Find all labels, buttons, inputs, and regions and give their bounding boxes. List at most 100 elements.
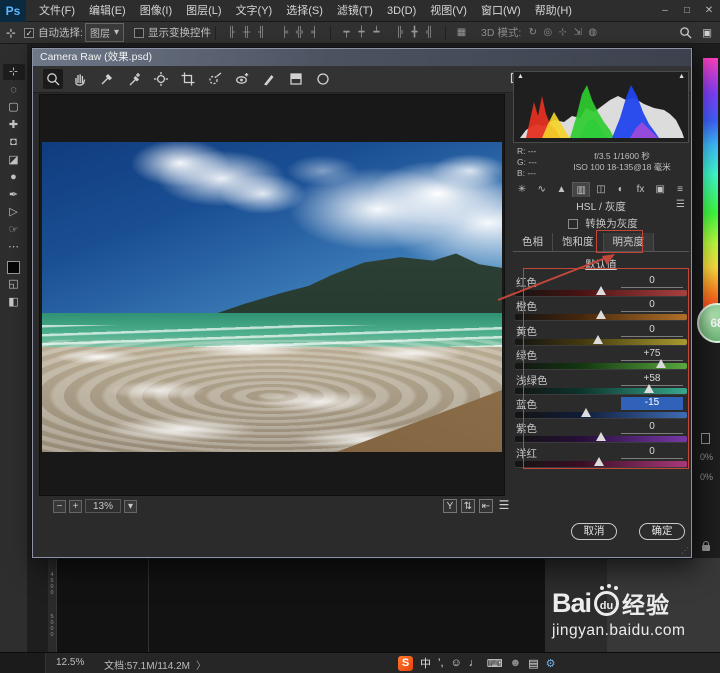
slider-blue-value[interactable]: -15	[621, 396, 683, 410]
tone-curve-tab-icon[interactable]: ∿	[533, 182, 551, 197]
tab-luminance[interactable]: 明亮度	[603, 233, 654, 251]
menu-file[interactable]: 文件(F)	[32, 0, 82, 22]
tab-saturation[interactable]: 饱和度	[553, 233, 604, 251]
slider-green-value[interactable]: +75	[621, 348, 683, 362]
punctuation-icon[interactable]: ’,	[438, 657, 444, 669]
menu-filter[interactable]: 滤镜(T)	[330, 0, 380, 22]
emoji-icon[interactable]: ☺	[451, 657, 462, 669]
tool-more[interactable]: ⋯	[3, 239, 25, 255]
auto-select-dropdown[interactable]: 图层 ▾	[84, 23, 125, 42]
zoom-level-value[interactable]: 13%	[85, 499, 121, 513]
menu-select[interactable]: 选择(S)	[279, 0, 330, 22]
document-zoom-value[interactable]: 12.5%	[56, 657, 84, 668]
red-eye-tool-icon[interactable]	[232, 69, 252, 89]
foreground-color-swatch[interactable]	[7, 261, 20, 274]
zoom-level-dropdown[interactable]: ▾	[124, 499, 137, 513]
tool-pen[interactable]: ✒	[3, 187, 25, 203]
adjustment-brush-tool-icon[interactable]	[259, 69, 279, 89]
slider-orange-track[interactable]	[515, 310, 687, 321]
skin-icon[interactable]: ▤	[528, 657, 538, 670]
menu-3d[interactable]: 3D(D)	[380, 0, 423, 22]
slider-red-track[interactable]	[515, 286, 687, 296]
menu-layer[interactable]: 图层(L)	[179, 0, 228, 22]
slider-aqua-thumb[interactable]	[644, 383, 655, 393]
spot-removal-tool-icon[interactable]	[205, 69, 225, 89]
hsl-grayscale-tab-icon[interactable]: ▥	[572, 182, 591, 197]
menu-edit[interactable]: 编辑(E)	[82, 0, 133, 22]
slider-blue-thumb[interactable]	[580, 407, 591, 417]
tool-blur[interactable]: ●	[3, 169, 25, 185]
tool-move[interactable]: ⊹	[2, 64, 25, 80]
slider-blue-track[interactable]	[515, 407, 687, 418]
detail-tab-icon[interactable]: ▲	[553, 182, 571, 197]
radial-filter-tool-icon[interactable]	[313, 69, 333, 89]
tool-crop[interactable]: ▢	[3, 99, 25, 115]
slider-magenta-value[interactable]: 0	[621, 446, 683, 459]
preview-settings-icon[interactable]: ☰	[497, 499, 511, 513]
tool-healing[interactable]: ✚	[3, 117, 25, 133]
toolbox-icon[interactable]: ⚙	[546, 657, 556, 670]
slider-magenta-thumb[interactable]	[594, 456, 605, 466]
white-balance-tool-icon[interactable]	[97, 69, 117, 89]
slider-red-value[interactable]: 0	[621, 275, 683, 288]
workspace-icon[interactable]: ▣	[702, 27, 712, 39]
color-sampler-tool-icon[interactable]	[124, 69, 144, 89]
slider-purple-value[interactable]: 0	[621, 421, 683, 435]
crop-tool-icon[interactable]	[178, 69, 198, 89]
copy-settings-icon[interactable]: ⇤	[479, 499, 493, 513]
slider-yellow-thumb[interactable]	[592, 334, 603, 344]
maximize-button[interactable]: □	[676, 0, 698, 22]
lens-corrections-tab-icon[interactable]: ◐	[612, 182, 630, 197]
distribute-extra-icon[interactable]: ▦	[455, 27, 468, 38]
menu-view[interactable]: 视图(V)	[423, 0, 474, 22]
quick-mask-icon[interactable]: ◱	[3, 276, 25, 292]
slider-yellow-track[interactable]	[515, 334, 687, 345]
menu-type[interactable]: 文字(Y)	[229, 0, 280, 22]
show-transform-checkbox[interactable]	[134, 27, 145, 38]
presets-tab-icon[interactable]: ≡	[671, 182, 689, 197]
tool-path-select[interactable]: ▷	[3, 204, 25, 220]
user-icon[interactable]: ☻	[510, 657, 522, 669]
slider-purple-thumb[interactable]	[596, 432, 606, 442]
menu-help[interactable]: 帮助(H)	[528, 0, 579, 22]
tool-lasso[interactable]: ◌	[3, 82, 25, 98]
distribute-icons[interactable]: ┯ ┿ ┷	[340, 27, 383, 38]
dialog-titlebar[interactable]: Camera Raw (效果.psd)	[33, 49, 691, 66]
assist-ball-badge[interactable]: 68	[697, 303, 720, 343]
slider-yellow-value[interactable]: 0	[621, 324, 683, 337]
align-top-icons[interactable]: ╟ ╫ ╢	[225, 27, 268, 38]
graduated-filter-tool-icon[interactable]	[286, 69, 306, 89]
camera-calibration-tab-icon[interactable]: ▣	[651, 182, 669, 197]
before-after-toggle[interactable]: Y	[443, 499, 457, 513]
ok-button[interactable]: 确定	[639, 523, 685, 540]
close-button[interactable]: ✕	[698, 0, 720, 22]
slider-green-thumb[interactable]	[656, 359, 667, 369]
tool-hand[interactable]: ☞	[3, 222, 25, 238]
keyboard-icon[interactable]: ⌨	[487, 657, 503, 670]
minimize-button[interactable]: –	[654, 0, 676, 22]
basic-tab-icon[interactable]: ✳	[513, 182, 531, 197]
tab-hue[interactable]: 色相	[513, 233, 553, 251]
slider-orange-value[interactable]: 0	[621, 299, 683, 313]
screen-mode-icon[interactable]: ◧	[3, 294, 25, 310]
zoom-out-button[interactable]: −	[53, 499, 66, 513]
cancel-button[interactable]: 取消	[571, 523, 617, 540]
slider-magenta-track[interactable]	[515, 456, 687, 467]
align-left-icons[interactable]: ╞ ╬ ╡	[278, 27, 321, 38]
voice-input-icon[interactable]: ♩	[469, 657, 480, 669]
tool-eraser[interactable]: ◪	[3, 152, 25, 168]
chinese-mode-icon[interactable]: 中	[420, 655, 431, 671]
defaults-link[interactable]: 默认值	[511, 257, 691, 272]
slider-aqua-track[interactable]	[515, 383, 687, 394]
search-icon[interactable]	[679, 26, 692, 39]
auto-select-checkbox[interactable]: ✓	[24, 27, 35, 38]
slider-orange-thumb[interactable]	[596, 310, 606, 320]
mode3d-icons[interactable]: ↻ ◎ ⊹ ⇲ ◍	[526, 27, 599, 38]
resize-grip[interactable]: ⋰	[681, 546, 689, 555]
hand-tool-icon[interactable]	[70, 69, 90, 89]
tool-stamp[interactable]: ◘	[3, 134, 25, 150]
convert-grayscale-label[interactable]: 转换为灰度	[585, 218, 638, 230]
effects-tab-icon[interactable]: fx	[632, 182, 650, 197]
menu-image[interactable]: 图像(I)	[133, 0, 179, 22]
slider-green-track[interactable]	[515, 359, 687, 370]
